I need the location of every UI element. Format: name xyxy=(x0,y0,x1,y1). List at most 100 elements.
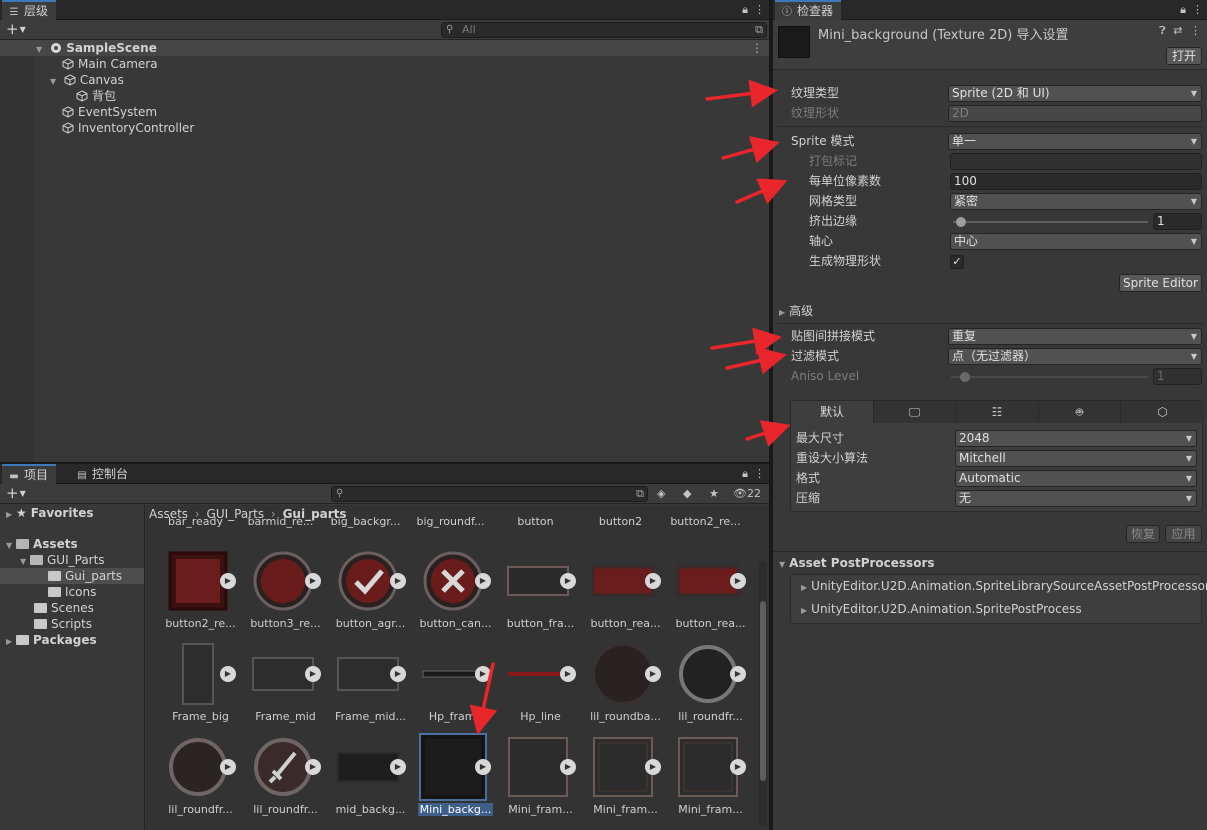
expand-play-icon[interactable]: ▶ xyxy=(645,759,661,775)
filter-mode-dropdown[interactable]: 点（无过滤器） ▼ xyxy=(948,348,1202,365)
asset-item[interactable]: ▶ Frame_mid xyxy=(243,642,328,735)
asset-item[interactable]: ▶ lil_roundfr... xyxy=(668,642,753,735)
asset-name[interactable]: button2_re... xyxy=(663,515,748,528)
create-dropdown-button[interactable]: +▼ xyxy=(6,21,26,38)
asset-name[interactable]: barmid_re... xyxy=(238,515,323,528)
search-by-label-icon[interactable]: ◆ xyxy=(683,486,691,502)
tab-inspector[interactable]: ⓘ 检查器 xyxy=(775,0,842,20)
tree-item-eventsystem[interactable]: EventSystem xyxy=(0,104,769,120)
expand-play-icon[interactable]: ▶ xyxy=(390,759,406,775)
tree-item-scripts[interactable]: Scripts xyxy=(0,616,144,632)
tab-platform-default[interactable]: 默认 xyxy=(791,401,874,423)
panel-splitter-horizontal[interactable] xyxy=(0,462,769,464)
more-menu-icon[interactable]: ⋮ xyxy=(751,40,763,56)
fold-arrow-icon[interactable]: ▶ xyxy=(6,634,16,650)
tree-item-samplescene[interactable]: ▼ SampleScene ⋮ xyxy=(0,40,769,56)
expand-play-icon[interactable]: ▶ xyxy=(730,759,746,775)
expand-play-icon[interactable]: ▶ xyxy=(560,759,576,775)
asset-item[interactable]: ▶ button_rea... xyxy=(668,549,753,642)
slider-handle[interactable] xyxy=(956,217,966,227)
asset-item[interactable]: ▶ Frame_big xyxy=(158,642,243,735)
asset-item[interactable]: ▶ button_fra... xyxy=(498,549,583,642)
tree-item-gui-parts[interactable]: ▼ GUI_Parts xyxy=(0,552,144,568)
asset-name[interactable]: big_roundf... xyxy=(408,515,493,528)
tab-platform-standalone[interactable]: 🖵︎ xyxy=(874,401,956,423)
more-menu-icon[interactable]: ⋮ xyxy=(754,467,765,480)
expand-play-icon[interactable]: ▶ xyxy=(475,573,491,589)
asset-item[interactable]: ▶ Mini_fram... xyxy=(583,735,668,828)
tree-item-favorites[interactable]: ▶ ★ Favorites xyxy=(0,505,144,521)
asset-item[interactable]: ▶ button3_re... xyxy=(243,549,328,642)
asset-name[interactable]: button2 xyxy=(578,515,663,528)
asset-item[interactable]: ▶ lil_roundfr... xyxy=(243,735,328,828)
tree-item-main-camera[interactable]: Main Camera xyxy=(0,56,769,72)
lock-icon[interactable]: 🔒︎ xyxy=(742,467,748,480)
sprite-mode-dropdown[interactable]: 单一 ▼ xyxy=(948,133,1202,150)
pixels-per-unit-field[interactable]: 100 xyxy=(950,173,1202,190)
expand-play-icon[interactable]: ▶ xyxy=(390,573,406,589)
asset-item[interactable]: ▶ Mini_fram... xyxy=(498,735,583,828)
scrollbar-thumb[interactable] xyxy=(760,601,766,781)
postprocessor-item[interactable]: ▶ UnityEditor.U2D.Animation.SpritePostPro… xyxy=(801,600,1082,618)
mesh-type-dropdown[interactable]: 紧密 ▼ xyxy=(950,193,1202,210)
asset-grid-scrollbar[interactable] xyxy=(759,561,767,826)
expand-play-icon[interactable]: ▶ xyxy=(305,573,321,589)
revert-button[interactable]: 恢复 xyxy=(1126,525,1160,543)
expand-play-icon[interactable]: ▶ xyxy=(220,573,236,589)
resize-algorithm-dropdown[interactable]: Mitchell ▼ xyxy=(955,450,1197,467)
pivot-dropdown[interactable]: 中心 ▼ xyxy=(950,233,1202,250)
search-filter-icon[interactable]: ⧉ xyxy=(755,23,763,37)
tree-item-gui-parts-sub[interactable]: Gui_parts xyxy=(0,568,144,584)
tree-item-inventorycontroller[interactable]: InventoryController xyxy=(0,120,769,136)
tree-item-icons[interactable]: Icons xyxy=(0,584,144,600)
asset-item[interactable]: ▶ button_rea... xyxy=(583,549,668,642)
expand-play-icon[interactable]: ▶ xyxy=(475,759,491,775)
tab-platform-webgl[interactable]: ⬡ xyxy=(1121,401,1204,423)
advanced-foldout[interactable]: ▶ 高级 xyxy=(779,302,813,320)
expand-play-icon[interactable]: ▶ xyxy=(305,666,321,682)
asset-item[interactable]: ▶ Hp_frame xyxy=(413,642,498,735)
extrude-edges-field[interactable]: 1 xyxy=(1153,213,1202,230)
open-button[interactable]: 打开 xyxy=(1166,47,1202,65)
tab-platform-android[interactable]: 🤖︎ xyxy=(1039,401,1121,423)
expand-play-icon[interactable]: ▶ xyxy=(560,666,576,682)
expand-play-icon[interactable]: ▶ xyxy=(645,573,661,589)
panel-splitter-vertical[interactable] xyxy=(769,0,773,830)
tab-project[interactable]: ▬ 项目 xyxy=(2,464,57,484)
asset-item[interactable]: ▶ button_agr... xyxy=(328,549,413,642)
compression-dropdown[interactable]: 无 ▼ xyxy=(955,490,1197,507)
presets-icon[interactable]: ⇄ xyxy=(1173,24,1182,37)
expand-play-icon[interactable]: ▶ xyxy=(305,759,321,775)
help-icon[interactable]: ❓︎ xyxy=(1159,24,1166,37)
expand-play-icon[interactable]: ▶ xyxy=(730,666,746,682)
search-filter-icon[interactable]: ⧉ xyxy=(636,487,644,501)
expand-play-icon[interactable]: ▶ xyxy=(220,666,236,682)
asset-item-selected[interactable]: ▶ Mini_backg... xyxy=(413,733,498,828)
expand-play-icon[interactable]: ▶ xyxy=(475,666,491,682)
search-by-type-icon[interactable]: ◈ xyxy=(657,486,665,502)
hierarchy-search-input[interactable]: ⚲ All ⧉ xyxy=(441,22,767,38)
asset-item[interactable]: ▶ Hp_line xyxy=(498,642,583,735)
lock-icon[interactable]: 🔒︎ xyxy=(742,3,748,16)
extrude-edges-slider[interactable] xyxy=(953,221,1148,223)
asset-item[interactable]: ▶ button_can... xyxy=(413,549,498,642)
fold-arrow-icon[interactable]: ▶ xyxy=(6,507,16,523)
asset-item[interactable]: ▶ mid_backg... xyxy=(328,735,413,828)
apply-button[interactable]: 应用 xyxy=(1165,525,1202,543)
asset-name[interactable]: big_backgr... xyxy=(323,515,408,528)
postprocessor-item[interactable]: ▶ UnityEditor.U2D.Animation.SpriteLibrary… xyxy=(801,577,1207,595)
expand-play-icon[interactable]: ▶ xyxy=(560,573,576,589)
asset-postprocessors-foldout[interactable]: ▼ Asset PostProcessors xyxy=(779,554,935,572)
tab-console[interactable]: ▤ 控制台 xyxy=(70,464,136,484)
tab-hierarchy[interactable]: ☰ 层级 xyxy=(2,0,57,20)
more-menu-icon[interactable]: ⋮ xyxy=(1190,24,1201,37)
tree-item-packages[interactable]: ▶ Packages xyxy=(0,632,144,648)
tab-platform-server[interactable]: ☷ xyxy=(956,401,1039,423)
lock-icon[interactable]: 🔒︎ xyxy=(1180,3,1186,16)
expand-play-icon[interactable]: ▶ xyxy=(220,759,236,775)
sprite-editor-button[interactable]: Sprite Editor xyxy=(1119,274,1202,292)
project-search-input[interactable]: ⚲ ⧉ xyxy=(331,486,648,502)
max-size-dropdown[interactable]: 2048 ▼ xyxy=(955,430,1197,447)
expand-play-icon[interactable]: ▶ xyxy=(390,666,406,682)
tree-item-assets[interactable]: ▼ Assets xyxy=(0,536,144,552)
